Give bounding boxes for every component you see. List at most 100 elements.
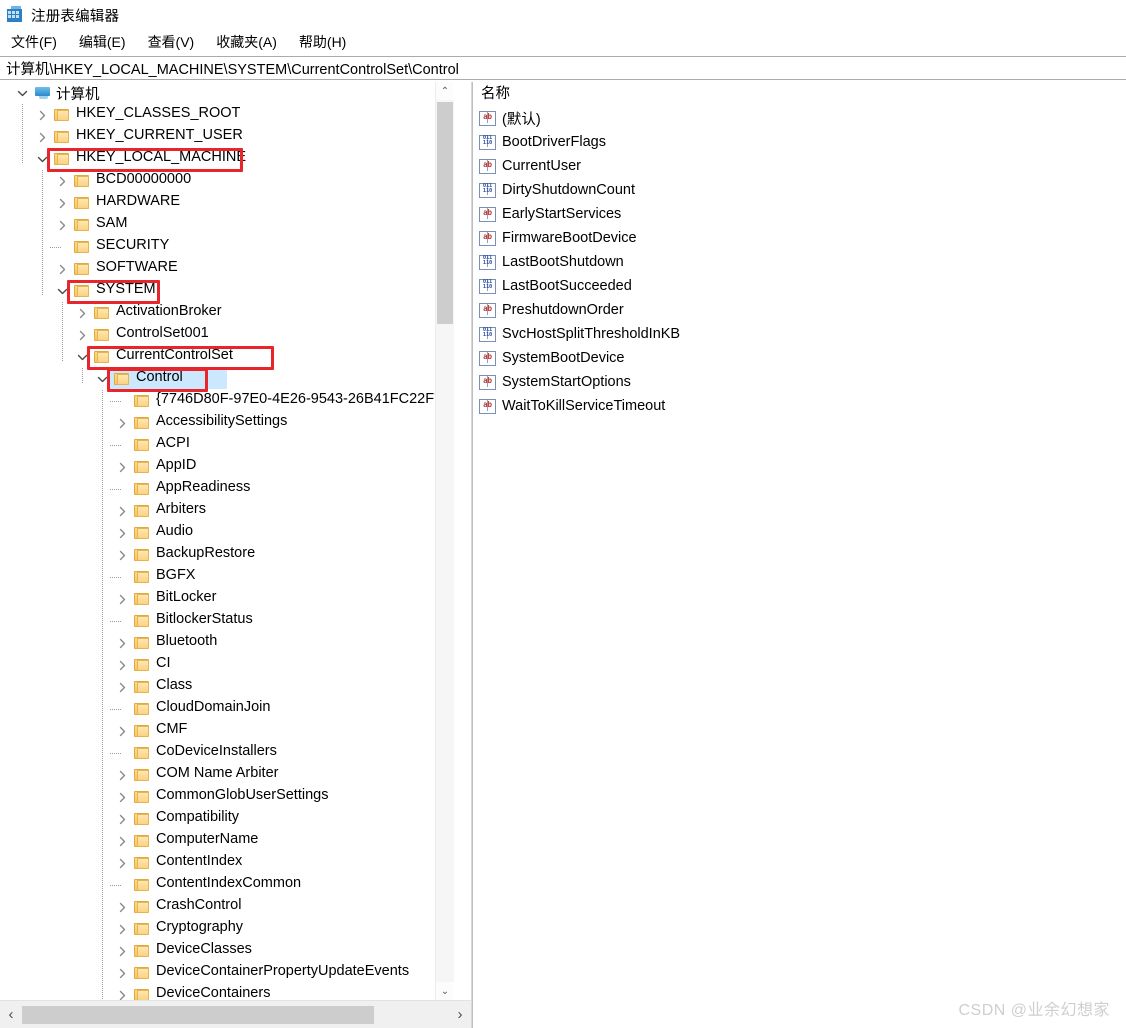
menu-view[interactable]: 查看(V) [145, 31, 198, 53]
tree-node-controlset001[interactable]: ControlSet001 [0, 324, 452, 346]
tree-node-security[interactable]: SECURITY [0, 236, 452, 258]
tree-node-activationbroker[interactable]: ActivationBroker [0, 302, 452, 324]
tree-node-bitlockerstatus[interactable]: BitlockerStatus [0, 610, 452, 632]
tree-node-computername[interactable]: ComputerName [0, 830, 452, 852]
address-bar[interactable]: 计算机\HKEY_LOCAL_MACHINE\SYSTEM\CurrentCon… [0, 56, 1126, 80]
tree-node-devicecontainerpropertyupdateevents[interactable]: DeviceContainerPropertyUpdateEvents [0, 962, 452, 984]
tree-vscroll-thumb[interactable] [437, 102, 453, 324]
tree-node-hkey-current-user[interactable]: HKEY_CURRENT_USER [0, 126, 452, 148]
chevron-right-icon[interactable] [114, 591, 130, 607]
chevron-down-icon[interactable] [54, 283, 70, 299]
tree-scroll-up-button[interactable]: ⌃ [436, 82, 454, 100]
tree-node-clouddomainjoin[interactable]: CloudDomainJoin [0, 698, 452, 720]
tree-node-contentindex[interactable]: ContentIndex [0, 852, 452, 874]
chevron-right-icon[interactable] [114, 635, 130, 651]
chevron-right-icon[interactable] [114, 921, 130, 937]
chevron-right-icon[interactable] [54, 261, 70, 277]
chevron-right-icon[interactable] [54, 217, 70, 233]
chevron-right-icon[interactable] [114, 547, 130, 563]
chevron-right-icon[interactable] [114, 811, 130, 827]
tree-node-control[interactable]: Control [0, 368, 452, 390]
tree-node-hkey-classes-root[interactable]: HKEY_CLASSES_ROOT [0, 104, 452, 126]
tree-node-hardware[interactable]: HARDWARE [0, 192, 452, 214]
value-row[interactable]: abFirmwareBootDevice [473, 226, 1126, 250]
tree-node-system[interactable]: SYSTEM [0, 280, 452, 302]
tree-node-cryptography[interactable]: Cryptography [0, 918, 452, 940]
tree-hscroll-track[interactable] [22, 1006, 449, 1024]
chevron-right-icon[interactable] [114, 833, 130, 849]
value-row[interactable]: 011110DirtyShutdownCount [473, 178, 1126, 202]
tree-node-appreadiness[interactable]: AppReadiness [0, 478, 452, 500]
tree-node-bgfx[interactable]: BGFX [0, 566, 452, 588]
tree-node-software[interactable]: SOFTWARE [0, 258, 452, 280]
chevron-right-icon[interactable] [114, 459, 130, 475]
tree-node-codeviceinstallers[interactable]: CoDeviceInstallers [0, 742, 452, 764]
tree-node-hkey-local-machine[interactable]: HKEY_LOCAL_MACHINE [0, 148, 452, 170]
chevron-right-icon[interactable] [114, 789, 130, 805]
value-row[interactable]: 011110BootDriverFlags [473, 130, 1126, 154]
value-row[interactable]: abPreshutdownOrder [473, 298, 1126, 322]
tree-node-accessibilitysettings[interactable]: AccessibilitySettings [0, 412, 452, 434]
value-row[interactable]: abCurrentUser [473, 154, 1126, 178]
chevron-right-icon[interactable] [114, 723, 130, 739]
value-row[interactable]: abEarlyStartServices [473, 202, 1126, 226]
tree-node-bitlocker[interactable]: BitLocker [0, 588, 452, 610]
tree-node-audio[interactable]: Audio [0, 522, 452, 544]
tree-hscroll-thumb[interactable] [22, 1006, 374, 1024]
chevron-down-icon[interactable] [34, 151, 50, 167]
tree-node-cmf[interactable]: CMF [0, 720, 452, 742]
tree-node-crashcontrol[interactable]: CrashControl [0, 896, 452, 918]
tree-horizontal-scrollbar[interactable]: ‹ › [0, 1000, 471, 1028]
value-row[interactable]: abSystemStartOptions [473, 370, 1126, 394]
tree-node-ci[interactable]: CI [0, 654, 452, 676]
tree-node-bluetooth[interactable]: Bluetooth [0, 632, 452, 654]
chevron-right-icon[interactable] [114, 679, 130, 695]
chevron-right-icon[interactable] [114, 415, 130, 431]
menu-help[interactable]: 帮助(H) [296, 31, 349, 53]
chevron-right-icon[interactable] [114, 855, 130, 871]
menu-favorites[interactable]: 收藏夹(A) [213, 31, 280, 53]
chevron-right-icon[interactable] [114, 965, 130, 981]
chevron-right-icon[interactable] [74, 305, 90, 321]
tree-vertical-scrollbar[interactable]: ⌃ ⌄ [435, 82, 453, 1000]
chevron-down-icon[interactable] [94, 371, 110, 387]
chevron-right-icon[interactable] [114, 987, 130, 1000]
tree-node--7746d80f-97e0-4e26-9543-26b41fc22f7[interactable]: {7746D80F-97E0-4E26-9543-26B41FC22F7 [0, 390, 452, 412]
chevron-right-icon[interactable] [34, 107, 50, 123]
values-column-header[interactable]: 名称 [473, 82, 1126, 104]
chevron-right-icon[interactable] [54, 195, 70, 211]
tree-node-commonglobusersettings[interactable]: CommonGlobUserSettings [0, 786, 452, 808]
menu-edit[interactable]: 编辑(E) [76, 31, 129, 53]
chevron-right-icon[interactable] [114, 525, 130, 541]
tree-node-compatibility[interactable]: Compatibility [0, 808, 452, 830]
tree-scroll-down-button[interactable]: ⌄ [436, 982, 454, 1000]
chevron-right-icon[interactable] [54, 173, 70, 189]
chevron-right-icon[interactable] [114, 943, 130, 959]
value-row[interactable]: ab(默认) [473, 106, 1126, 130]
value-row[interactable]: abSystemBootDevice [473, 346, 1126, 370]
chevron-right-icon[interactable] [34, 129, 50, 145]
value-row[interactable]: 011110LastBootSucceeded [473, 274, 1126, 298]
tree-scroll-right-button[interactable]: › [449, 1001, 471, 1028]
chevron-down-icon[interactable] [74, 349, 90, 365]
tree-node-arbiters[interactable]: Arbiters [0, 500, 452, 522]
value-row[interactable]: abWaitToKillServiceTimeout [473, 394, 1126, 418]
tree-scroll-left-button[interactable]: ‹ [0, 1001, 22, 1028]
chevron-right-icon[interactable] [114, 767, 130, 783]
menu-file[interactable]: 文件(F) [8, 31, 60, 53]
tree-node-sam[interactable]: SAM [0, 214, 452, 236]
tree-node-bcd00000000[interactable]: BCD00000000 [0, 170, 452, 192]
tree-node-devicecontainers[interactable]: DeviceContainers [0, 984, 452, 1000]
value-row[interactable]: 011110SvcHostSplitThresholdInKB [473, 322, 1126, 346]
tree-node-backuprestore[interactable]: BackupRestore [0, 544, 452, 566]
tree-node-currentcontrolset[interactable]: CurrentControlSet [0, 346, 452, 368]
chevron-right-icon[interactable] [114, 899, 130, 915]
tree-node-计算机[interactable]: 计算机 [0, 82, 452, 104]
value-row[interactable]: 011110LastBootShutdown [473, 250, 1126, 274]
tree-node-com-name-arbiter[interactable]: COM Name Arbiter [0, 764, 452, 786]
tree-node-contentindexcommon[interactable]: ContentIndexCommon [0, 874, 452, 896]
tree-node-acpi[interactable]: ACPI [0, 434, 452, 456]
chevron-right-icon[interactable] [74, 327, 90, 343]
chevron-right-icon[interactable] [114, 503, 130, 519]
tree-node-appid[interactable]: AppID [0, 456, 452, 478]
